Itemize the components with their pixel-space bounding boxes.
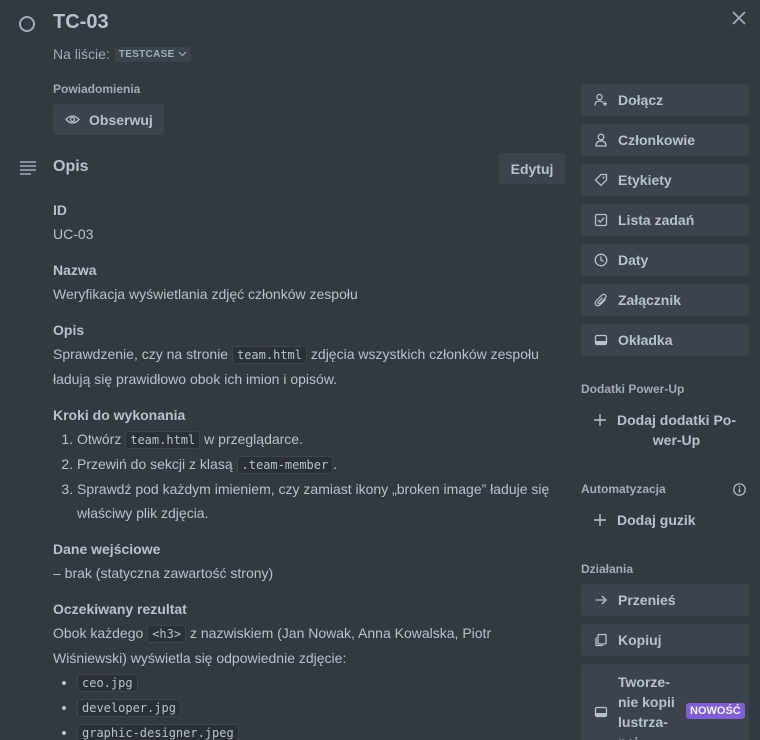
copy-icon bbox=[595, 633, 607, 647]
list-line: Na liście: TESTCASE bbox=[53, 46, 191, 62]
list-dropdown[interactable]: TESTCASE bbox=[114, 46, 191, 62]
add-button-button[interactable]: Dodaj guzik bbox=[593, 510, 696, 530]
name-value: Weryfikacja wyświetlania zdjęć członków … bbox=[53, 286, 358, 302]
input-heading: Dane wejściowe bbox=[53, 541, 161, 557]
actions-label: Działania bbox=[581, 562, 634, 576]
notifications-label: Powiadomienia bbox=[53, 82, 141, 96]
mirror-button[interactable]: Tworze-nie kopiilustrza-nej NOWOŚĆ bbox=[581, 664, 749, 740]
name-heading: Nazwa bbox=[53, 262, 97, 278]
info-icon[interactable] bbox=[733, 483, 746, 496]
join-button[interactable]: Dołącz bbox=[581, 84, 749, 116]
person-icon bbox=[595, 133, 607, 147]
description-title: Opis bbox=[53, 158, 89, 175]
automation-label: Automatyzacja bbox=[581, 482, 666, 496]
id-value: UC-03 bbox=[53, 226, 94, 242]
label-icon bbox=[594, 173, 608, 187]
watch-button[interactable]: Obserwuj bbox=[53, 104, 164, 135]
attachment-button[interactable]: Załącznik bbox=[581, 284, 749, 316]
watch-label: Obserwuj bbox=[89, 111, 153, 128]
cover-button[interactable]: Okładka bbox=[581, 324, 749, 356]
new-badge: NOWOŚĆ bbox=[686, 703, 745, 719]
desc-heading: Opis bbox=[53, 322, 85, 338]
eye-icon bbox=[65, 115, 80, 124]
inline-code: graphic-designer.jpeg bbox=[77, 724, 239, 740]
powerups-label: Dodatki Power-Up bbox=[581, 382, 685, 396]
cover-icon bbox=[594, 706, 608, 718]
id-heading: ID bbox=[53, 202, 67, 218]
inline-code: developer.jpg bbox=[77, 699, 181, 717]
card-status-icon[interactable] bbox=[19, 16, 35, 32]
list-item: Przewiń do sekcji z klasą .team-member. bbox=[77, 452, 568, 477]
members-button[interactable]: Członkowie bbox=[581, 124, 749, 156]
inline-code: .team-member bbox=[236, 456, 334, 474]
paperclip-icon bbox=[594, 293, 607, 307]
inline-code: ceo.jpg bbox=[77, 674, 138, 692]
steps-heading: Kroki do wykonania bbox=[53, 407, 186, 423]
desc-paragraph: Sprawdzenie, czy na stronie team.html zd… bbox=[53, 346, 539, 387]
checklist-icon bbox=[594, 213, 608, 227]
input-value: – brak (statyczna zawartość strony) bbox=[53, 565, 274, 581]
cover-icon bbox=[594, 334, 608, 346]
add-member-icon bbox=[594, 93, 608, 106]
copy-button[interactable]: Kopiuj bbox=[581, 624, 749, 656]
list-item: Otwórz team.html w przeglądarce. bbox=[77, 427, 568, 452]
list-item: Sprawdź pod każdym imieniem, czy zamiast… bbox=[77, 477, 568, 525]
edit-button[interactable]: Edytuj bbox=[499, 153, 565, 184]
add-powerups-button[interactable]: Dodaj dodatki Po-wer-Up bbox=[593, 410, 736, 450]
chevron-down-icon bbox=[178, 51, 186, 57]
description-icon bbox=[20, 161, 36, 175]
files-list: ceo.jpg developer.jpg graphic-designer.j… bbox=[53, 670, 568, 740]
move-button[interactable]: Przenieś bbox=[581, 584, 749, 616]
inline-code: team.html bbox=[231, 346, 308, 364]
list-item: developer.jpg bbox=[77, 695, 568, 720]
plus-icon bbox=[594, 414, 606, 426]
checklist-button[interactable]: Lista zadań bbox=[581, 204, 749, 236]
list-item: ceo.jpg bbox=[77, 670, 568, 695]
steps-list: Otwórz team.html w przeglądarce. Przewiń… bbox=[53, 427, 568, 525]
labels-button[interactable]: Etykiety bbox=[581, 164, 749, 196]
clock-icon bbox=[594, 253, 608, 267]
list-item: graphic-designer.jpeg bbox=[77, 720, 568, 740]
inline-code: team.html bbox=[125, 431, 201, 449]
description-content[interactable]: ID UC-03 Nazwa Weryfikacja wyświetlania … bbox=[53, 198, 568, 740]
expected-paragraph: Obok każdego <h3> z nazwiskiem (Jan Nowa… bbox=[53, 625, 492, 666]
list-prefix: Na liście: bbox=[53, 46, 110, 62]
close-icon[interactable] bbox=[729, 8, 749, 28]
list-name: TESTCASE bbox=[118, 48, 175, 60]
dates-button[interactable]: Daty bbox=[581, 244, 749, 276]
inline-code: <h3> bbox=[147, 625, 187, 643]
card-title[interactable]: TC-03 bbox=[53, 11, 109, 34]
arrow-right-icon bbox=[595, 595, 607, 605]
plus-icon bbox=[594, 514, 606, 526]
expected-heading: Oczekiwany rezultat bbox=[53, 601, 187, 617]
